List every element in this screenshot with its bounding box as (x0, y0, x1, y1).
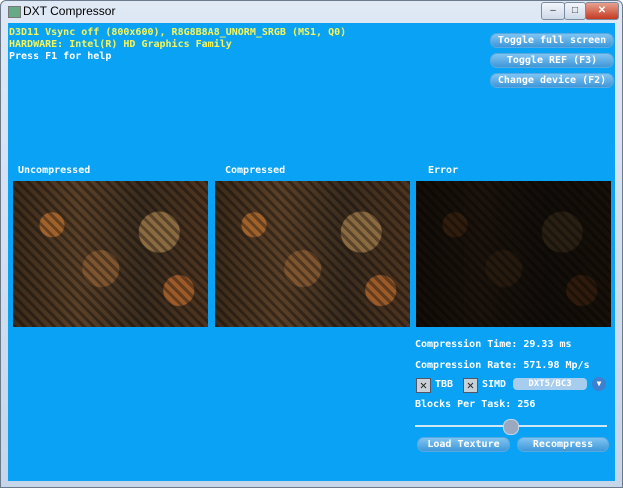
blocks-slider-thumb[interactable] (503, 419, 519, 435)
app-window: DXT Compressor – □ ✕ D3D11 Vsync off (80… (0, 0, 623, 488)
close-button[interactable]: ✕ (585, 2, 619, 20)
tbb-label: TBB (435, 379, 454, 390)
error-texture (416, 181, 611, 327)
toggle-fullscreen-button[interactable]: Toggle full screen (490, 33, 614, 48)
error-label: Error (428, 165, 459, 176)
window-title: DXT Compressor (23, 4, 116, 18)
simd-label: SIMD (482, 379, 507, 390)
tbb-checkbox[interactable]: ✕ (416, 378, 431, 393)
compression-time: Compression Time: 29.33 ms (415, 339, 572, 350)
maximize-button[interactable]: □ (564, 2, 586, 20)
simd-checkbox[interactable]: ✕ (463, 378, 478, 393)
render-area: D3D11 Vsync off (800x600), R8G8B8A8_UNOR… (8, 23, 615, 481)
load-texture-button[interactable]: Load Texture (417, 437, 510, 452)
change-device-button[interactable]: Change device (F2) (490, 73, 614, 88)
recompress-button[interactable]: Recompress (517, 437, 609, 452)
app-icon (8, 6, 21, 18)
device-info: D3D11 Vsync off (800x600), R8G8B8A8_UNOR… (9, 27, 347, 38)
compressed-label: Compressed (225, 165, 286, 176)
blocks-per-task: Blocks Per Task: 256 (415, 399, 536, 410)
toggle-ref-button[interactable]: Toggle REF (F3) (490, 53, 614, 68)
format-dropdown[interactable]: DXT5/BC3 (513, 378, 587, 390)
compressed-texture (215, 181, 410, 327)
help-hint: Press F1 for help (9, 51, 112, 62)
minimize-button[interactable]: – (541, 2, 565, 20)
uncompressed-texture (13, 181, 208, 327)
compression-rate: Compression Rate: 571.98 Mp/s (415, 360, 590, 371)
hardware-info: HARDWARE: Intel(R) HD Graphics Family (9, 39, 232, 50)
uncompressed-label: Uncompressed (18, 165, 91, 176)
chevron-down-icon[interactable]: ▼ (592, 377, 606, 391)
